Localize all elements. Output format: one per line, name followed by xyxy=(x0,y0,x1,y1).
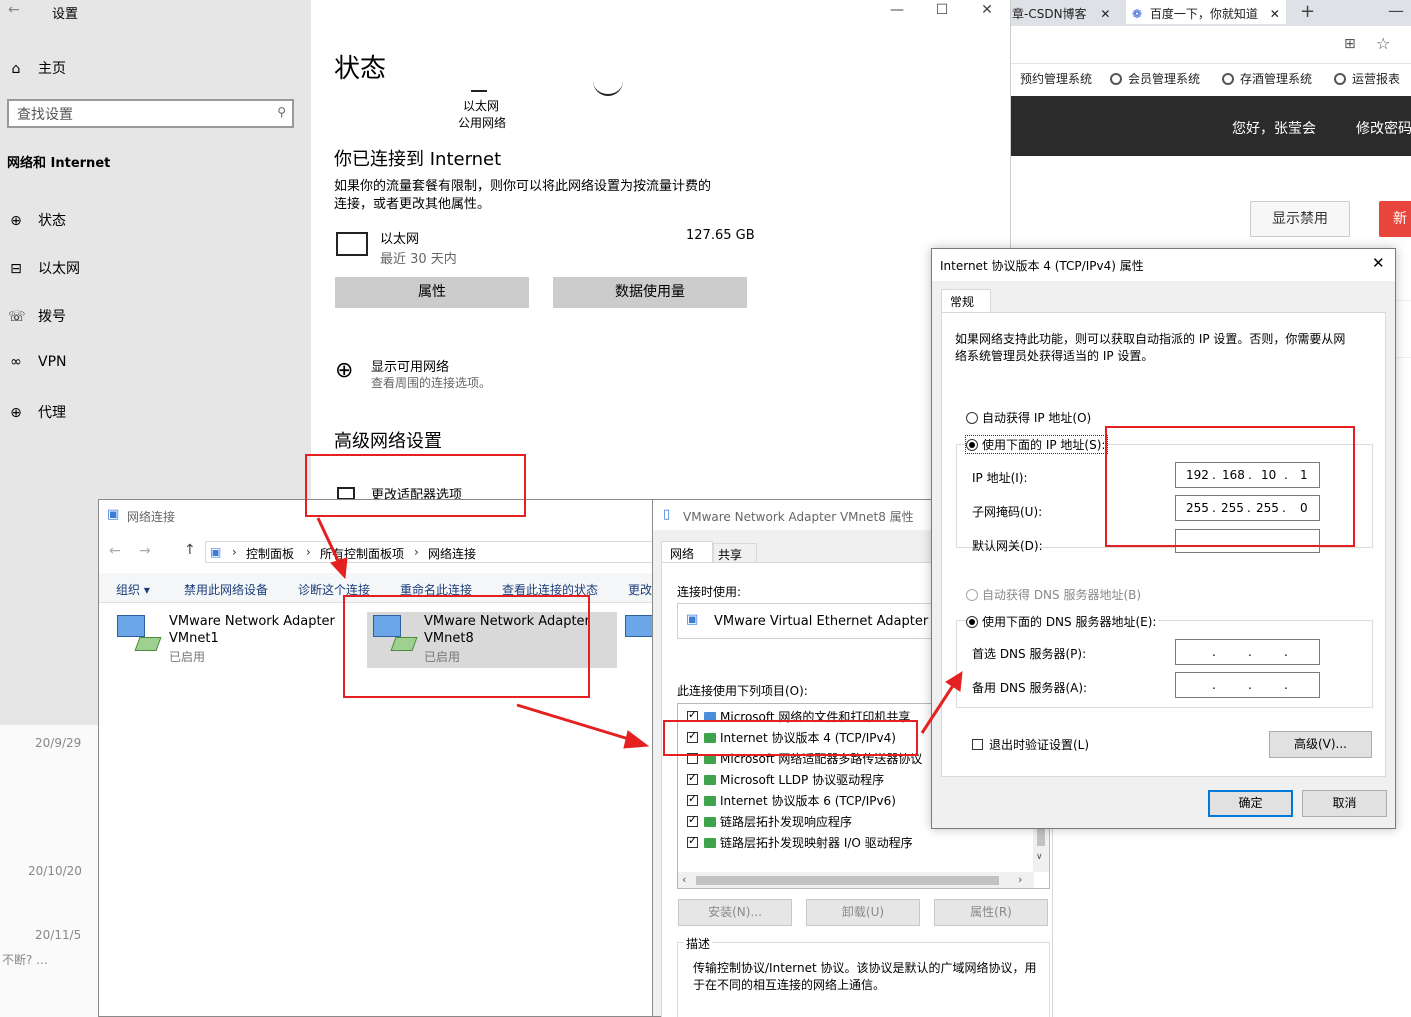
annotation-arrow xyxy=(516,703,633,742)
arrow-head xyxy=(945,671,963,692)
annotation-arrow xyxy=(316,517,342,566)
arrow-head xyxy=(330,557,348,580)
annotation-arrows xyxy=(316,517,963,749)
annotation-arrow xyxy=(920,683,956,734)
arrow-head xyxy=(623,730,650,749)
